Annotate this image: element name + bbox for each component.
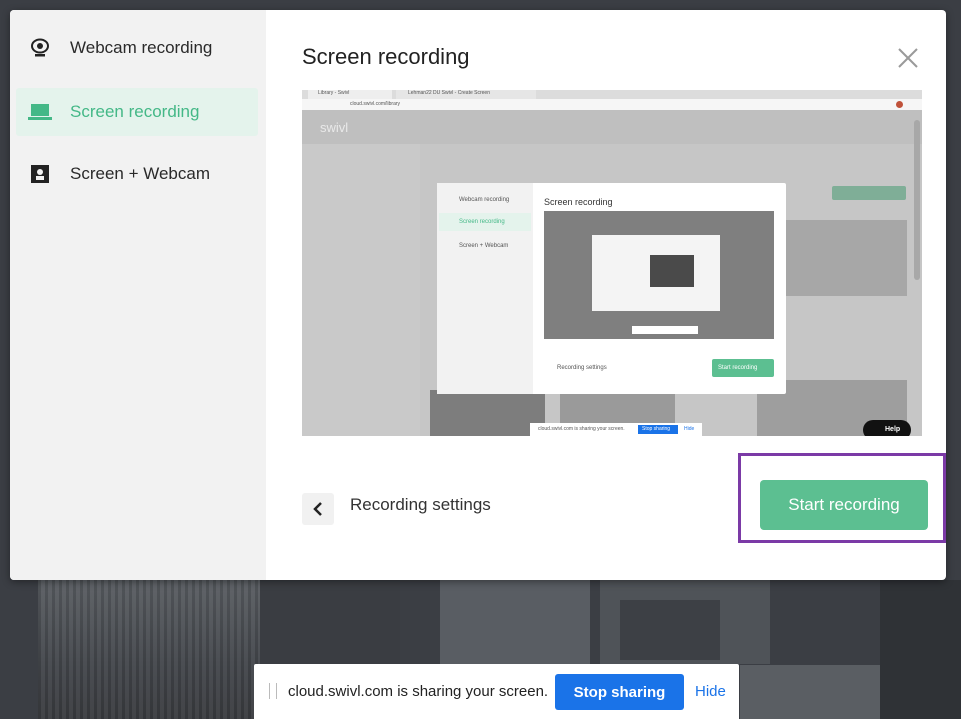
preview-extension-icon (896, 101, 903, 108)
preview-scrollbar (914, 120, 920, 280)
preview-inner-thumbnail (544, 211, 774, 339)
preview-inner-item: Screen + Webcam (459, 243, 509, 249)
background-photo (38, 580, 260, 719)
recording-modal: Webcam recording Screen recording Screen… (10, 10, 946, 580)
screen-webcam-icon (28, 162, 52, 186)
preview-help-bubble: Help (863, 420, 911, 436)
preview-inner-thumb-bar (632, 326, 698, 334)
preview-inner-share-bar: cloud.swivl.com is sharing your screen. … (530, 423, 702, 436)
recording-settings-link[interactable]: Recording settings (350, 495, 491, 515)
preview-address-bar: cloud.swivl.com/library (302, 99, 922, 110)
preview-app-header: swivl (302, 110, 922, 144)
drag-handle-icon[interactable] (269, 683, 277, 699)
preview-tab-bar (302, 90, 922, 99)
sidebar-item-label: Screen + Webcam (70, 164, 211, 183)
sharing-status-text: cloud.swivl.com is sharing your screen. (288, 683, 549, 700)
sidebar-item-screen-recording[interactable]: Screen recording (16, 88, 258, 136)
preview-tab: Lehman22 DU Swivl - Create Screen (396, 90, 536, 99)
preview-inner-share-text: cloud.swivl.com is sharing your screen. (538, 426, 625, 432)
background-tile (880, 580, 961, 719)
preview-inner-title: Screen recording (544, 197, 613, 207)
hide-button[interactable]: Hide (695, 683, 726, 700)
screen-sharing-bar: cloud.swivl.com is sharing your screen. … (254, 664, 739, 719)
preview-app-sidebar (302, 144, 420, 436)
laptop-icon (28, 100, 52, 124)
preview-inner-hide: Hide (684, 426, 695, 432)
screen-preview: Library - Swivl Lehman22 DU Swivl - Crea… (302, 90, 922, 436)
sidebar-item-screen-webcam[interactable]: Screen + Webcam (16, 150, 258, 198)
sidebar-item-label: Webcam recording (70, 38, 213, 57)
preview-help-label: Help (885, 426, 901, 433)
preview-inner-start: Start recording (712, 359, 774, 377)
preview-tab-label: Lehman22 DU Swivl - Create Screen (408, 90, 490, 96)
recording-mode-sidebar: Webcam recording Screen recording Screen… (10, 10, 266, 580)
stop-sharing-button[interactable]: Stop sharing (555, 674, 684, 710)
background-tile (740, 665, 880, 719)
modal-title: Screen recording (302, 44, 470, 69)
preview-inner-item: Webcam recording (459, 197, 510, 203)
preview-inner-stop: Stop sharing (638, 425, 678, 434)
preview-inner-settings: Recording settings (557, 365, 607, 371)
preview-logo: swivl (320, 120, 349, 135)
preview-inner-start-label: Start recording (718, 365, 758, 371)
preview-inner-stop-label: Stop sharing (642, 426, 671, 432)
preview-tab-label: Library - Swivl (318, 90, 350, 96)
preview-address-text: cloud.swivl.com/library (350, 101, 401, 107)
preview-green-button (832, 186, 906, 200)
preview-inner-thumb-screen (650, 255, 694, 287)
recording-settings-back-button[interactable] (302, 493, 334, 525)
preview-inner-item: Screen recording (459, 219, 505, 225)
sidebar-item-webcam-recording[interactable]: Webcam recording (16, 24, 258, 72)
chevron-left-icon (313, 502, 322, 516)
preview-tab: Library - Swivl (308, 90, 392, 99)
sidebar-item-label: Screen recording (70, 102, 200, 121)
start-recording-button[interactable]: Start recording (760, 480, 928, 530)
close-button[interactable] (894, 44, 922, 72)
background-tile (440, 580, 590, 670)
close-icon (898, 48, 918, 68)
webcam-icon (28, 36, 52, 60)
preview-content-tile (430, 390, 545, 436)
preview-inner-modal: Webcam recording Screen recording Screen… (437, 183, 786, 394)
background-tile (620, 600, 720, 660)
